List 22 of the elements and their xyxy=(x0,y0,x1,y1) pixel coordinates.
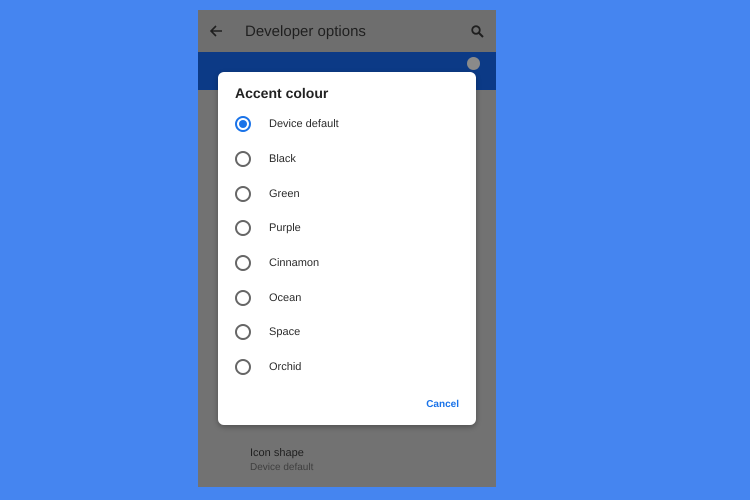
radio-button[interactable] xyxy=(235,359,251,376)
option-label[interactable]: Cinnamon xyxy=(269,257,320,270)
option-label[interactable]: Orchid xyxy=(269,361,302,374)
radio-button[interactable] xyxy=(235,290,251,306)
option-label[interactable]: Green xyxy=(269,188,300,200)
option-label[interactable]: Space xyxy=(269,326,300,338)
cancel-button[interactable]: Cancel xyxy=(423,395,462,414)
radio-button[interactable] xyxy=(235,220,251,236)
radio-button[interactable] xyxy=(235,151,251,168)
dialog-title: Accent colour xyxy=(234,85,330,101)
app-bar-title: Developer options xyxy=(245,22,367,40)
back-arrow-icon[interactable] xyxy=(210,25,223,37)
radio-button[interactable] xyxy=(235,255,251,272)
option-label[interactable]: Purple xyxy=(269,222,301,234)
radio-button[interactable] xyxy=(235,116,251,132)
radio-button[interactable] xyxy=(235,186,251,202)
option-label[interactable]: Device default xyxy=(269,118,339,130)
radio-button[interactable] xyxy=(235,324,251,340)
search-icon[interactable] xyxy=(471,24,484,38)
option-label[interactable]: Ocean xyxy=(269,292,302,304)
switch-thumb[interactable] xyxy=(467,56,480,70)
option-label[interactable]: Black xyxy=(269,153,296,166)
